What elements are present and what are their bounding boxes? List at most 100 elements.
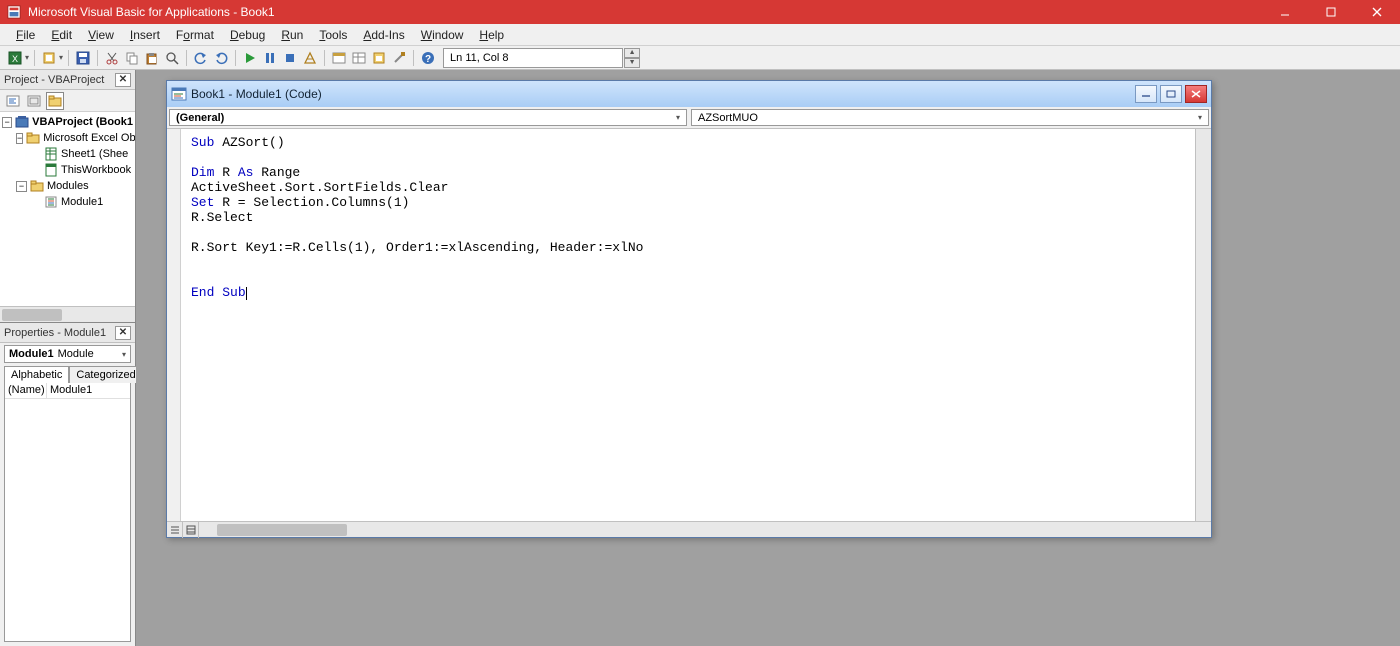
expand-icon[interactable]: − — [2, 117, 12, 128]
redo-button[interactable] — [212, 49, 230, 67]
project-explorer-button[interactable] — [330, 49, 348, 67]
tree-modules-label[interactable]: Modules — [47, 180, 89, 192]
expand-icon[interactable]: − — [16, 133, 23, 144]
code-window-title: Book1 - Module1 (Code) — [191, 87, 1132, 101]
menu-insert[interactable]: Insert — [122, 26, 168, 44]
cursor-position-spinner[interactable]: ▲▼ — [624, 48, 640, 68]
close-button[interactable] — [1354, 0, 1400, 24]
vba-project-icon — [15, 115, 29, 129]
folder-icon — [26, 131, 40, 145]
title-bar: Microsoft Visual Basic for Applications … — [0, 0, 1400, 24]
properties-combo-name: Module1 — [9, 348, 54, 360]
chevron-down-icon: ▾ — [676, 113, 680, 122]
code-window-titlebar[interactable]: Book1 - Module1 (Code) — [167, 81, 1211, 107]
paste-button[interactable] — [143, 49, 161, 67]
mdi-area: Book1 - Module1 (Code) (General) ▾ AZSort… — [136, 70, 1400, 646]
properties-window-button[interactable] — [350, 49, 368, 67]
code-window-icon — [171, 86, 187, 102]
object-combo-value: (General) — [176, 112, 224, 124]
code-window: Book1 - Module1 (Code) (General) ▾ AZSort… — [166, 80, 1212, 538]
menu-bar: File Edit View Insert Format Debug Run T… — [0, 24, 1400, 46]
view-object-button[interactable] — [25, 92, 43, 110]
reset-button[interactable] — [281, 49, 299, 67]
folder-icon — [30, 179, 44, 193]
sidebar: Project - VBAProject ✕ −VBAProject (Book… — [0, 70, 136, 646]
menu-debug[interactable]: Debug — [222, 26, 273, 44]
save-button[interactable] — [74, 49, 92, 67]
procedure-combo[interactable]: AZSortMUO ▾ — [691, 109, 1209, 126]
view-code-button[interactable] — [4, 92, 22, 110]
workbook-icon — [44, 163, 58, 177]
full-module-view-button[interactable] — [183, 522, 199, 538]
code-horizontal-scrollbar[interactable] — [199, 522, 1195, 537]
tab-alphabetic[interactable]: Alphabetic — [4, 366, 69, 383]
properties-grid[interactable]: (Name) Module1 — [4, 382, 131, 642]
property-row[interactable]: (Name) Module1 — [5, 383, 130, 399]
svg-text:X: X — [12, 54, 18, 64]
project-panel-header: Project - VBAProject ✕ — [0, 70, 135, 90]
properties-panel-title: Properties - Module1 — [4, 327, 106, 339]
code-margin[interactable] — [167, 129, 181, 521]
code-vertical-scrollbar[interactable] — [1195, 129, 1211, 521]
tree-module1-label[interactable]: Module1 — [61, 196, 103, 208]
project-toolbar — [0, 90, 135, 112]
object-combo[interactable]: (General) ▾ — [169, 109, 687, 126]
properties-panel-close-button[interactable]: ✕ — [115, 326, 131, 340]
project-tree-scrollbar[interactable] — [0, 306, 135, 322]
menu-edit[interactable]: Edit — [43, 26, 80, 44]
menu-run[interactable]: Run — [273, 26, 311, 44]
app-title: Microsoft Visual Basic for Applications … — [28, 5, 1262, 19]
module-icon — [44, 195, 58, 209]
menu-help[interactable]: Help — [471, 26, 512, 44]
design-mode-button[interactable] — [301, 49, 319, 67]
undo-button[interactable] — [192, 49, 210, 67]
cut-button[interactable] — [103, 49, 121, 67]
minimize-button[interactable] — [1262, 0, 1308, 24]
copy-button[interactable] — [123, 49, 141, 67]
menu-view[interactable]: View — [80, 26, 122, 44]
object-browser-button[interactable] — [370, 49, 388, 67]
maximize-button[interactable] — [1308, 0, 1354, 24]
menu-window[interactable]: Window — [413, 26, 472, 44]
properties-panel-header: Properties - Module1 ✕ — [0, 323, 135, 343]
find-button[interactable] — [163, 49, 181, 67]
procedure-view-button[interactable] — [167, 522, 183, 538]
tree-excel-objects-label[interactable]: Microsoft Excel Ob — [43, 132, 135, 144]
help-button[interactable]: ? — [419, 49, 437, 67]
chevron-down-icon: ▾ — [1198, 113, 1202, 122]
toolbar: X ▾ ▾ ? Ln 11, Col 8 ▲▼ — [0, 46, 1400, 70]
menu-tools[interactable]: Tools — [311, 26, 355, 44]
code-window-maximize-button[interactable] — [1160, 85, 1182, 103]
code-editor[interactable]: Sub AZSort() Dim R As Range ActiveSheet.… — [181, 129, 1195, 521]
cursor-position-display: Ln 11, Col 8 — [443, 48, 623, 68]
toggle-folders-button[interactable] — [46, 92, 64, 110]
expand-icon[interactable]: − — [16, 181, 27, 192]
tree-thisworkbook-label[interactable]: ThisWorkbook — [61, 164, 131, 176]
sheet-icon — [44, 147, 58, 161]
tree-root-label[interactable]: VBAProject (Book1 — [32, 116, 133, 128]
view-excel-button[interactable]: X — [6, 49, 24, 67]
project-panel-close-button[interactable]: ✕ — [115, 73, 131, 87]
property-value[interactable]: Module1 — [47, 383, 130, 398]
project-tree[interactable]: −VBAProject (Book1 −Microsoft Excel Ob S… — [0, 112, 135, 306]
resize-grip[interactable] — [1195, 522, 1211, 538]
menu-format[interactable]: Format — [168, 26, 222, 44]
code-window-minimize-button[interactable] — [1135, 85, 1157, 103]
code-window-close-button[interactable] — [1185, 85, 1207, 103]
vba-app-icon — [6, 4, 22, 20]
svg-text:?: ? — [425, 54, 431, 65]
properties-panel: Properties - Module1 ✕ Module1 Module ▾ … — [0, 322, 135, 646]
insert-item-button[interactable] — [40, 49, 58, 67]
toolbox-button[interactable] — [390, 49, 408, 67]
menu-file[interactable]: File — [8, 26, 43, 44]
tab-categorized[interactable]: Categorized — [69, 366, 142, 383]
menu-addins[interactable]: Add-Ins — [355, 26, 412, 44]
properties-object-combo[interactable]: Module1 Module ▾ — [4, 345, 131, 363]
chevron-down-icon: ▾ — [122, 350, 126, 359]
procedure-combo-value: AZSortMUO — [698, 112, 758, 124]
break-button[interactable] — [261, 49, 279, 67]
tree-sheet1-label[interactable]: Sheet1 (Shee — [61, 148, 128, 160]
project-panel-title: Project - VBAProject — [4, 74, 104, 86]
run-button[interactable] — [241, 49, 259, 67]
property-name: (Name) — [5, 383, 47, 398]
